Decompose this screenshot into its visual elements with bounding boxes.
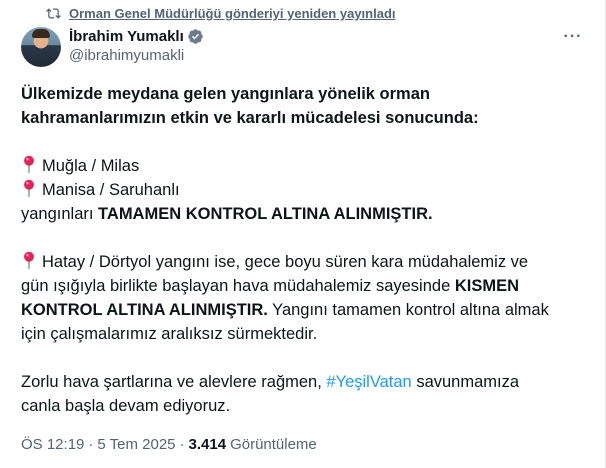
tweet-time[interactable]: ÖS 12:19 [21, 436, 84, 453]
location-1: Muğla / Milas [42, 157, 140, 175]
hatay-line-2: gün ışığıyla birlikte başlayan hava müda… [21, 274, 581, 298]
hatay-line-1: Hatay / Dörtyol yangını ise, gece boyu s… [21, 250, 581, 274]
location-line-2: Manisa / Saruhanlı [21, 178, 581, 202]
closing-suffix: savunmamıza [411, 373, 520, 391]
closing-line-2: canla başla devam ediyoruz. [21, 397, 231, 415]
intro-line-1: Ülkemizde meydana gelen yangınlara yönel… [21, 85, 430, 103]
verified-badge-icon [188, 29, 203, 44]
avatar[interactable] [21, 27, 61, 67]
meta-separator: · [179, 436, 185, 453]
tweet-text: Ülkemizde meydana gelen yangınlara yönel… [21, 82, 581, 418]
hatay-text-1: Hatay / Dörtyol yangını ise, gece boyu s… [42, 253, 529, 271]
round-pushpin-icon [24, 251, 34, 270]
author-display-name-row[interactable]: İbrahim Yumaklı [69, 27, 204, 46]
views-count: 3.414 [188, 436, 227, 453]
author-handle[interactable]: @ibrahimyumakli [69, 46, 204, 65]
tweet-date[interactable]: 5 Tem 2025 [97, 436, 175, 453]
round-pushpin-icon [24, 155, 34, 174]
more-options-button[interactable]: ··· [561, 27, 585, 47]
repost-icon [46, 8, 61, 19]
hatay-text-2: gün ışığıyla birlikte başlayan hava müda… [21, 277, 455, 295]
closing-prefix: Zorlu hava şartlarına ve alevlere rağmen… [21, 373, 327, 391]
intro-line-2: kahramanlarımızın etkin ve kararlı mücad… [21, 109, 479, 127]
meta-separator: · [88, 436, 94, 453]
hatay-text-3: Yangını tamamen kontrol altına almak [267, 301, 549, 319]
fires-line: yangınları TAMAMEN KONTROL ALTINA ALINMI… [21, 202, 581, 226]
location-2: Manisa / Saruhanlı [42, 181, 180, 199]
author-names: İbrahim Yumaklı @ibrahimyumakli [69, 27, 204, 65]
views-label: Görüntüleme [230, 436, 317, 453]
fires-status: TAMAMEN KONTROL ALTINA ALINMIŞTIR. [98, 205, 433, 223]
repost-text[interactable]: Orman Genel Müdürlüğü gönderiyi yeniden … [69, 6, 396, 21]
fires-prefix: yangınları [21, 205, 99, 223]
tweet[interactable]: Orman Genel Müdürlüğü gönderiyi yeniden … [0, 0, 606, 468]
round-pushpin-icon [24, 179, 34, 198]
hatay-line-3: KONTROL ALTINA ALINMIŞTIR. Yangını tamam… [21, 298, 581, 322]
author-display-name[interactable]: İbrahim Yumaklı [69, 27, 184, 46]
location-line-1: Muğla / Milas [21, 154, 581, 178]
hatay-bold-2: KONTROL ALTINA ALINMIŞTIR. [21, 301, 268, 319]
hatay-bold-1: KISMEN [454, 277, 519, 295]
tweet-header: İbrahim Yumaklı @ibrahimyumakli ··· [21, 27, 585, 67]
repost-indicator[interactable]: Orman Genel Müdürlüğü gönderiyi yeniden … [46, 6, 396, 21]
tweet-meta: ÖS 12:19 · 5 Tem 2025 · 3.414 Görüntülem… [21, 436, 317, 453]
hatay-line-4: için çalışmalarımız aralıksız sürmektedi… [21, 325, 318, 343]
closing-line-1: Zorlu hava şartlarına ve alevlere rağmen… [21, 370, 581, 394]
hashtag-link[interactable]: #YeşilVatan [326, 373, 411, 391]
